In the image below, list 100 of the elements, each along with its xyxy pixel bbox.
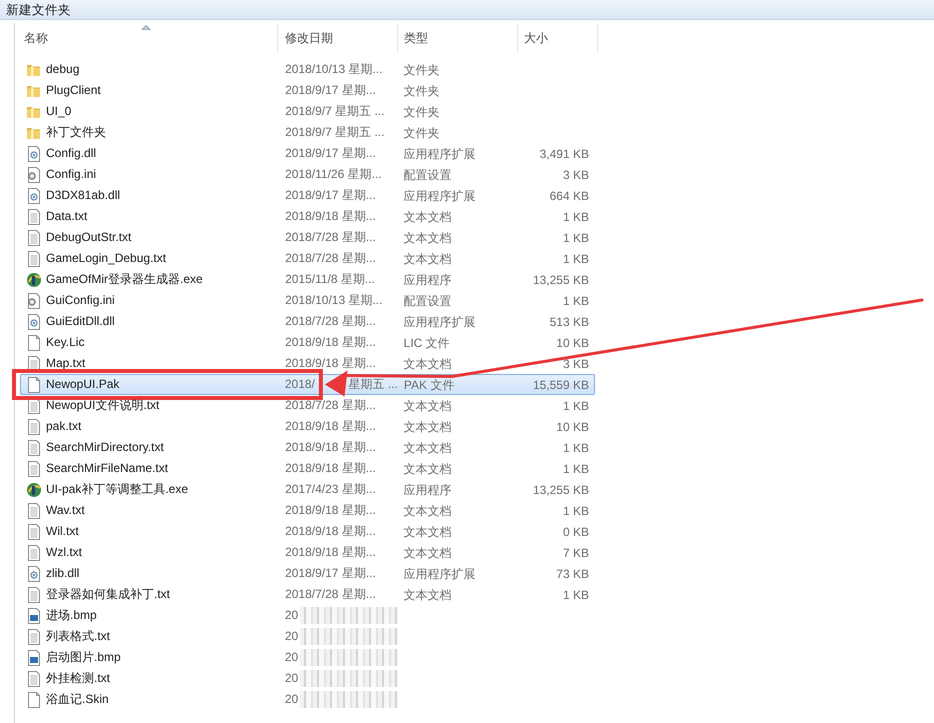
column-header[interactable]: 修改日期 bbox=[278, 23, 398, 53]
file-type: 文本文档 bbox=[404, 588, 452, 602]
file-type: 文本文档 bbox=[404, 420, 452, 434]
file-row[interactable]: Map.txt 2018/9/18 星期... 文本文档 3 KB bbox=[20, 353, 595, 374]
file-type: 配置设置 bbox=[404, 168, 452, 182]
file-type: 文件夹 bbox=[404, 63, 440, 77]
file-type: 文本文档 bbox=[404, 504, 452, 518]
file-row[interactable]: pak.txt 2018/9/18 星期... 文本文档 10 KB bbox=[20, 416, 595, 437]
file-size: 1 KB bbox=[562, 588, 589, 602]
text-file-icon bbox=[26, 502, 42, 518]
column-header[interactable]: 大小 bbox=[518, 23, 598, 53]
file-row[interactable]: SearchMirFileName.txt 2018/9/18 星期... 文本文档 1 KB bbox=[20, 458, 595, 479]
file-type: 文本文档 bbox=[404, 357, 452, 371]
modified-date: 2018/9/17 星期... bbox=[285, 565, 376, 582]
file-row[interactable]: GuiConfig.ini 2018/10/13 星期... 配置设置 1 KB bbox=[20, 290, 595, 311]
app-icon bbox=[26, 482, 42, 498]
file-size: 664 KB bbox=[550, 189, 589, 203]
file-type: 文本文档 bbox=[404, 210, 452, 224]
file-row[interactable]: NewopUI.Pak 2018/ 星期五 ... PAK 文件 15,559 KB bbox=[20, 374, 595, 395]
modified-date: 2017/4/23 星期... bbox=[285, 481, 376, 498]
file-row[interactable]: Wav.txt 2018/9/18 星期... 文本文档 1 KB bbox=[20, 500, 595, 521]
file-row[interactable]: UI-pak补丁等调整工具.exe 2017/4/23 星期... 应用程序 13,255 KB bbox=[20, 479, 595, 500]
file-type: 应用程序扩展 bbox=[404, 189, 476, 203]
file-size: 3 KB bbox=[562, 168, 589, 182]
settings-file-icon bbox=[26, 166, 42, 182]
file-row[interactable]: SearchMirDirectory.txt 2018/9/18 星期... 文本文档 1 KB bbox=[20, 437, 595, 458]
file-row[interactable]: GameOfMir登录器生成器.exe 2015/11/8 星期... 应用程序 13,255 KB bbox=[20, 269, 595, 290]
file-row[interactable]: Data.txt 2018/9/18 星期... 文本文档 1 KB bbox=[20, 206, 595, 227]
file-type: 应用程序扩展 bbox=[404, 567, 476, 581]
file-type: 应用程序 bbox=[404, 483, 452, 497]
modified-date: 2018/7/28 星期... bbox=[285, 313, 376, 330]
file-row[interactable]: Wzl.txt 2018/9/18 星期... 文本文档 7 KB bbox=[20, 542, 595, 563]
file-name: 浴血记.Skin bbox=[46, 691, 109, 708]
file-row[interactable]: 浴血记.Skin 20 bbox=[20, 689, 595, 710]
file-name: 启动图片.bmp bbox=[46, 649, 121, 666]
file-name: Map.txt bbox=[46, 355, 86, 372]
modified-date: 2018/10/13 星期... bbox=[285, 61, 382, 78]
file-type: PAK 文件 bbox=[404, 378, 454, 392]
file-row[interactable]: D3DX81ab.dll 2018/9/17 星期... 应用程序扩展 664 KB bbox=[20, 185, 595, 206]
file-row[interactable]: zlib.dll 2018/9/17 星期... 应用程序扩展 73 KB bbox=[20, 563, 595, 584]
file-row[interactable]: 补丁文件夹 2018/9/7 星期五 ... 文件夹 bbox=[20, 122, 595, 143]
modified-date: 20 bbox=[284, 649, 298, 666]
file-type: 配置设置 bbox=[404, 294, 452, 308]
modified-date: 星期五 ... bbox=[348, 376, 398, 393]
file-row[interactable]: 进场.bmp 20 bbox=[20, 605, 595, 626]
modified-date: 2018/7/28 星期... bbox=[285, 586, 376, 603]
file-row[interactable]: Config.dll 2018/9/17 星期... 应用程序扩展 3,491 KB bbox=[20, 143, 595, 164]
file-type: 文本文档 bbox=[404, 252, 452, 266]
file-icon bbox=[26, 376, 42, 392]
file-name: SearchMirFileName.txt bbox=[46, 460, 168, 477]
text-file-icon bbox=[26, 250, 42, 266]
file-type: 文本文档 bbox=[404, 525, 452, 539]
file-row[interactable]: 启动图片.bmp 20 bbox=[20, 647, 595, 668]
column-header[interactable]: 类型 bbox=[398, 23, 518, 53]
modified-date: 2018/7/28 星期... bbox=[285, 397, 376, 414]
modified-date: 2018/9/18 星期... bbox=[285, 523, 376, 540]
modified-date: 2018/10/13 星期... bbox=[285, 292, 382, 309]
file-type: 文本文档 bbox=[404, 399, 452, 413]
file-type: LIC 文件 bbox=[404, 336, 450, 350]
file-size: 10 KB bbox=[556, 420, 589, 434]
file-name: zlib.dll bbox=[46, 565, 80, 582]
modified-date: 2018/11/26 星期... bbox=[285, 166, 382, 183]
file-row[interactable]: Key.Lic 2018/9/18 星期... LIC 文件 10 KB bbox=[20, 332, 595, 353]
gear-file-icon bbox=[26, 146, 42, 162]
file-row[interactable]: UI_0 2018/9/7 星期五 ... 文件夹 bbox=[20, 101, 595, 122]
file-size: 513 KB bbox=[550, 315, 589, 329]
text-file-icon bbox=[26, 418, 42, 434]
file-type: 文件夹 bbox=[404, 126, 440, 140]
file-icon bbox=[26, 692, 42, 708]
file-name: Wav.txt bbox=[46, 502, 85, 519]
file-row[interactable]: PlugClient 2018/9/17 星期... 文件夹 bbox=[20, 80, 595, 101]
file-row[interactable]: GameLogin_Debug.txt 2018/7/28 星期... 文本文档 1 KB bbox=[20, 248, 595, 269]
gear-file-icon bbox=[26, 188, 42, 204]
file-row[interactable]: 外挂检测.txt 20 bbox=[20, 668, 595, 689]
file-name: UI_0 bbox=[46, 103, 72, 120]
file-size: 7 KB bbox=[562, 546, 589, 560]
column-header[interactable]: 名称 bbox=[15, 23, 278, 53]
file-type: 文本文档 bbox=[404, 231, 452, 245]
sort-arrow-icon bbox=[142, 25, 150, 30]
file-row[interactable]: debug 2018/10/13 星期... 文件夹 bbox=[20, 59, 595, 80]
file-row[interactable]: 列表格式.txt 20 bbox=[20, 626, 595, 647]
modified-date: 2018/9/7 星期五 ... bbox=[285, 124, 384, 141]
image-file-icon bbox=[26, 650, 42, 666]
file-type: 文件夹 bbox=[404, 105, 440, 119]
file-name: GuiConfig.ini bbox=[46, 292, 115, 309]
file-name: 外挂检测.txt bbox=[46, 670, 110, 687]
file-size: 15,559 KB bbox=[532, 378, 589, 392]
file-name: debug bbox=[46, 61, 80, 78]
file-row[interactable]: DebugOutStr.txt 2018/7/28 星期... 文本文档 1 KB bbox=[20, 227, 595, 248]
file-size: 1 KB bbox=[562, 294, 589, 308]
gear-file-icon bbox=[26, 566, 42, 582]
file-row[interactable]: 登录器如何集成补丁.txt 2018/7/28 星期... 文本文档 1 KB bbox=[20, 584, 595, 605]
file-size: 13,255 KB bbox=[532, 273, 589, 287]
modified-date: 2018/9/18 星期... bbox=[285, 439, 376, 456]
file-size: 1 KB bbox=[562, 462, 589, 476]
file-row[interactable]: GuiEditDll.dll 2018/7/28 星期... 应用程序扩展 513 KB bbox=[20, 311, 595, 332]
file-size: 1 KB bbox=[562, 399, 589, 413]
text-file-icon bbox=[26, 230, 42, 246]
file-row[interactable]: Wil.txt 2018/9/18 星期... 文本文档 0 KB bbox=[20, 521, 595, 542]
file-row[interactable]: Config.ini 2018/11/26 星期... 配置设置 3 KB bbox=[20, 164, 595, 185]
